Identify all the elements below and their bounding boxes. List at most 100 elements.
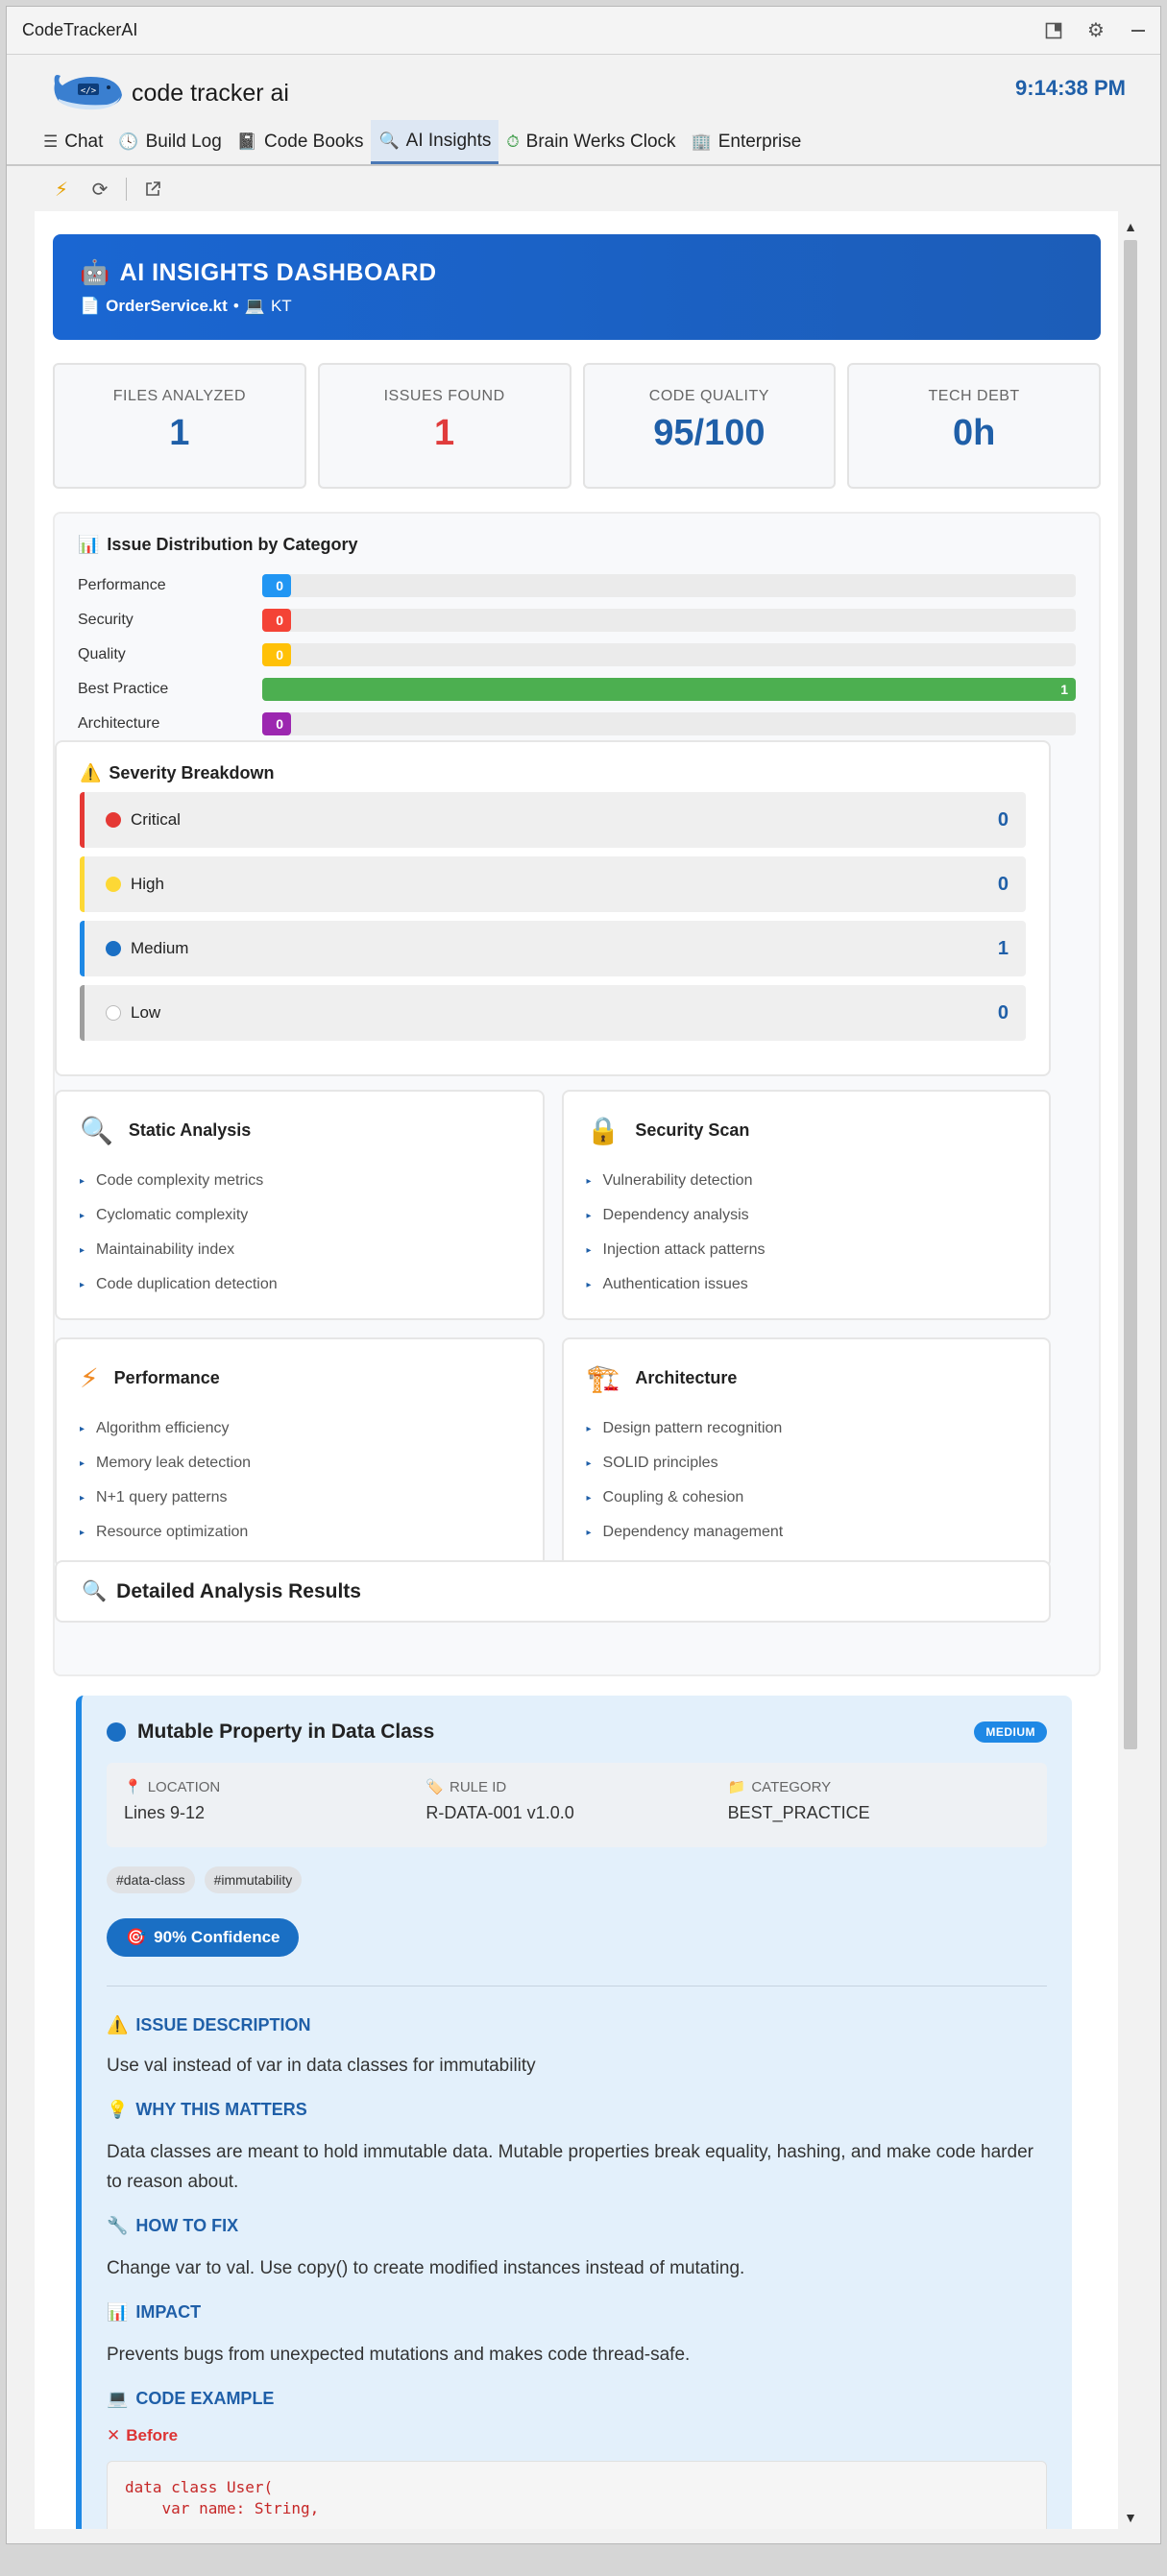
section-title: CODE EXAMPLE (135, 2389, 275, 2408)
tab-enterprise[interactable]: 🏢 Enterprise (684, 120, 810, 164)
tab-ai-insights[interactable]: 🔍 AI Insights (371, 120, 499, 164)
issue-distribution-panel: 📊 Issue Distribution by Category Perform… (53, 512, 1101, 1676)
window-title: CodeTrackerAI (22, 20, 138, 39)
crane-icon: 🏗️ (586, 1363, 620, 1393)
card-item: Coupling & cohesion (587, 1481, 1027, 1515)
lightbulb-icon: 💡 (107, 2100, 129, 2119)
tab-label: Enterprise (717, 132, 802, 152)
stat-label: TECH DEBT (928, 388, 1020, 404)
pin-icon: 📍 (124, 1779, 142, 1795)
magnifier-icon: 🔍 (80, 1116, 113, 1145)
fix-text: Change var to val. Use copy() to create … (107, 2258, 745, 2278)
stat-value: 95/100 (653, 413, 766, 453)
distribution-bar: 0 (262, 609, 291, 632)
severity-row-medium: Medium 1 (80, 921, 1026, 976)
distribution-bar: 0 (262, 712, 291, 735)
detailed-title: Detailed Analysis Results (116, 1579, 361, 1602)
scroll-down-icon[interactable]: ▼ (1120, 2510, 1141, 2529)
meta-label: LOCATION (147, 1778, 221, 1795)
meta-separator: • (232, 297, 239, 315)
lightning-button[interactable]: ⚡ (45, 173, 78, 205)
clock-icon: 🕓 (118, 132, 139, 151)
distribution-bar: 1 (262, 678, 1076, 701)
stat-files-analyzed: FILES ANALYZED 1 (53, 363, 306, 489)
timer-icon: ⏱ (506, 132, 520, 151)
tab-chat[interactable]: ☰ Chat (36, 120, 110, 164)
vertical-scrollbar[interactable]: ▲ ▼ (1120, 219, 1141, 2529)
distribution-bars: Performance 0 Security 0 Quality 0 Best Practi… (78, 568, 1076, 741)
stat-value: 1 (434, 413, 455, 453)
scroll-thumb[interactable] (1124, 240, 1137, 1749)
card-title: Performance (113, 1368, 220, 1387)
file-language: KT (270, 297, 292, 315)
lock-icon: 🔒 (586, 1116, 620, 1145)
severity-label: Low (131, 1003, 161, 1022)
card-static-analysis: 🔍 Static Analysis Code complexity metrics… (55, 1090, 545, 1320)
meta-label: RULE ID (450, 1778, 507, 1795)
stat-tech-debt: TECH DEBT 0h (847, 363, 1101, 489)
tab-brain-werks-clock[interactable]: ⏱ Brain Werks Clock (498, 120, 683, 164)
insights-content[interactable]: 🤖 AI INSIGHTS DASHBOARD 📄 OrderService.kt… (35, 211, 1118, 2529)
severity-count: 0 (997, 873, 1009, 895)
card-item: Code duplication detection (80, 1267, 520, 1302)
robot-icon: 🤖 (80, 259, 110, 286)
scroll-up-icon[interactable]: ▲ (1120, 219, 1141, 238)
detailed-analysis-header: 🔍 Detailed Analysis Results (55, 1560, 1051, 1623)
card-item: SOLID principles (587, 1446, 1027, 1481)
tag-chip[interactable]: #immutability (204, 1866, 303, 1893)
card-item: Dependency management (587, 1515, 1027, 1550)
medium-dot-icon (106, 941, 121, 956)
section-title: ISSUE DESCRIPTION (135, 2015, 311, 2034)
tab-label: Build Log (145, 132, 222, 152)
card-item: Vulnerability detection (587, 1164, 1027, 1198)
file-name: OrderService.kt (106, 297, 228, 315)
distribution-row: Best Practice 1 (78, 672, 1076, 707)
meta-rule-id: 🏷️ RULE ID R-DATA-001 v1.0.0 (425, 1778, 727, 1832)
card-title: Static Analysis (128, 1120, 252, 1140)
folder-icon: 📁 (727, 1779, 746, 1795)
building-icon: 🏢 (691, 132, 712, 151)
whale-logo-icon: </> (54, 75, 122, 110)
stat-code-quality: CODE QUALITY 95/100 (582, 363, 837, 489)
confidence-pill: 🎯 90% Confidence (107, 1918, 300, 1957)
severity-count: 1 (997, 937, 1009, 959)
tab-code-books[interactable]: 📓 Code Books (230, 120, 372, 164)
dashboard-header: 🤖 AI INSIGHTS DASHBOARD 📄 OrderService.kt… (53, 234, 1101, 340)
menu-icon: ☰ (43, 132, 59, 151)
stat-label: FILES ANALYZED (112, 388, 247, 404)
code-before: data class User( var name: String, (107, 2461, 1047, 2529)
section-title: WHY THIS MATTERS (135, 2100, 307, 2119)
section-title: HOW TO FIX (135, 2216, 239, 2235)
issue-title: Mutable Property in Data Class (137, 1721, 435, 1743)
severity-breakdown: ⚠️ Severity Breakdown Critical 0 High 0 … (55, 740, 1051, 1076)
tag-icon: 🏷️ (425, 1779, 445, 1795)
logo: </> code tracker ai (49, 64, 289, 112)
severity-row-low: Low 0 (80, 985, 1026, 1041)
critical-dot-icon (106, 812, 121, 828)
card-item: Dependency analysis (587, 1198, 1027, 1233)
issue-meta: 📍 LOCATION Lines 9-12 🏷️ RULE ID R-DATA-00… (107, 1763, 1047, 1847)
card-item: N+1 query patterns (80, 1481, 520, 1515)
title-bar: CodeTrackerAI ⚙ (7, 7, 1160, 55)
distribution-title: Issue Distribution by Category (107, 535, 358, 554)
minimize-icon[interactable] (1128, 20, 1149, 41)
distribution-track: 0 (262, 712, 1076, 735)
gear-icon[interactable]: ⚙ (1085, 20, 1106, 41)
tab-build-log[interactable]: 🕓 Build Log (110, 120, 229, 164)
why-text: Data classes are meant to hold immutable… (107, 2142, 1033, 2192)
severity-label: High (131, 875, 164, 893)
card-title: Architecture (635, 1368, 738, 1387)
toolbar: ⚡ ⟳ (7, 166, 1160, 212)
open-external-button[interactable] (136, 173, 169, 205)
dock-icon[interactable] (1043, 20, 1064, 41)
severity-row-critical: Critical 0 (80, 792, 1026, 848)
meta-location: 📍 LOCATION Lines 9-12 (124, 1778, 425, 1832)
stat-value: 1 (169, 413, 190, 453)
x-icon: ✕ (107, 2426, 121, 2444)
lightning-icon: ⚡ (80, 1363, 99, 1393)
card-architecture: 🏗️ Architecture Design pattern recognitio… (561, 1337, 1051, 1568)
distribution-track: 0 (262, 643, 1076, 666)
laptop-icon: 💻 (244, 297, 265, 315)
refresh-button[interactable]: ⟳ (84, 173, 116, 205)
tag-chip[interactable]: #data-class (107, 1866, 195, 1893)
